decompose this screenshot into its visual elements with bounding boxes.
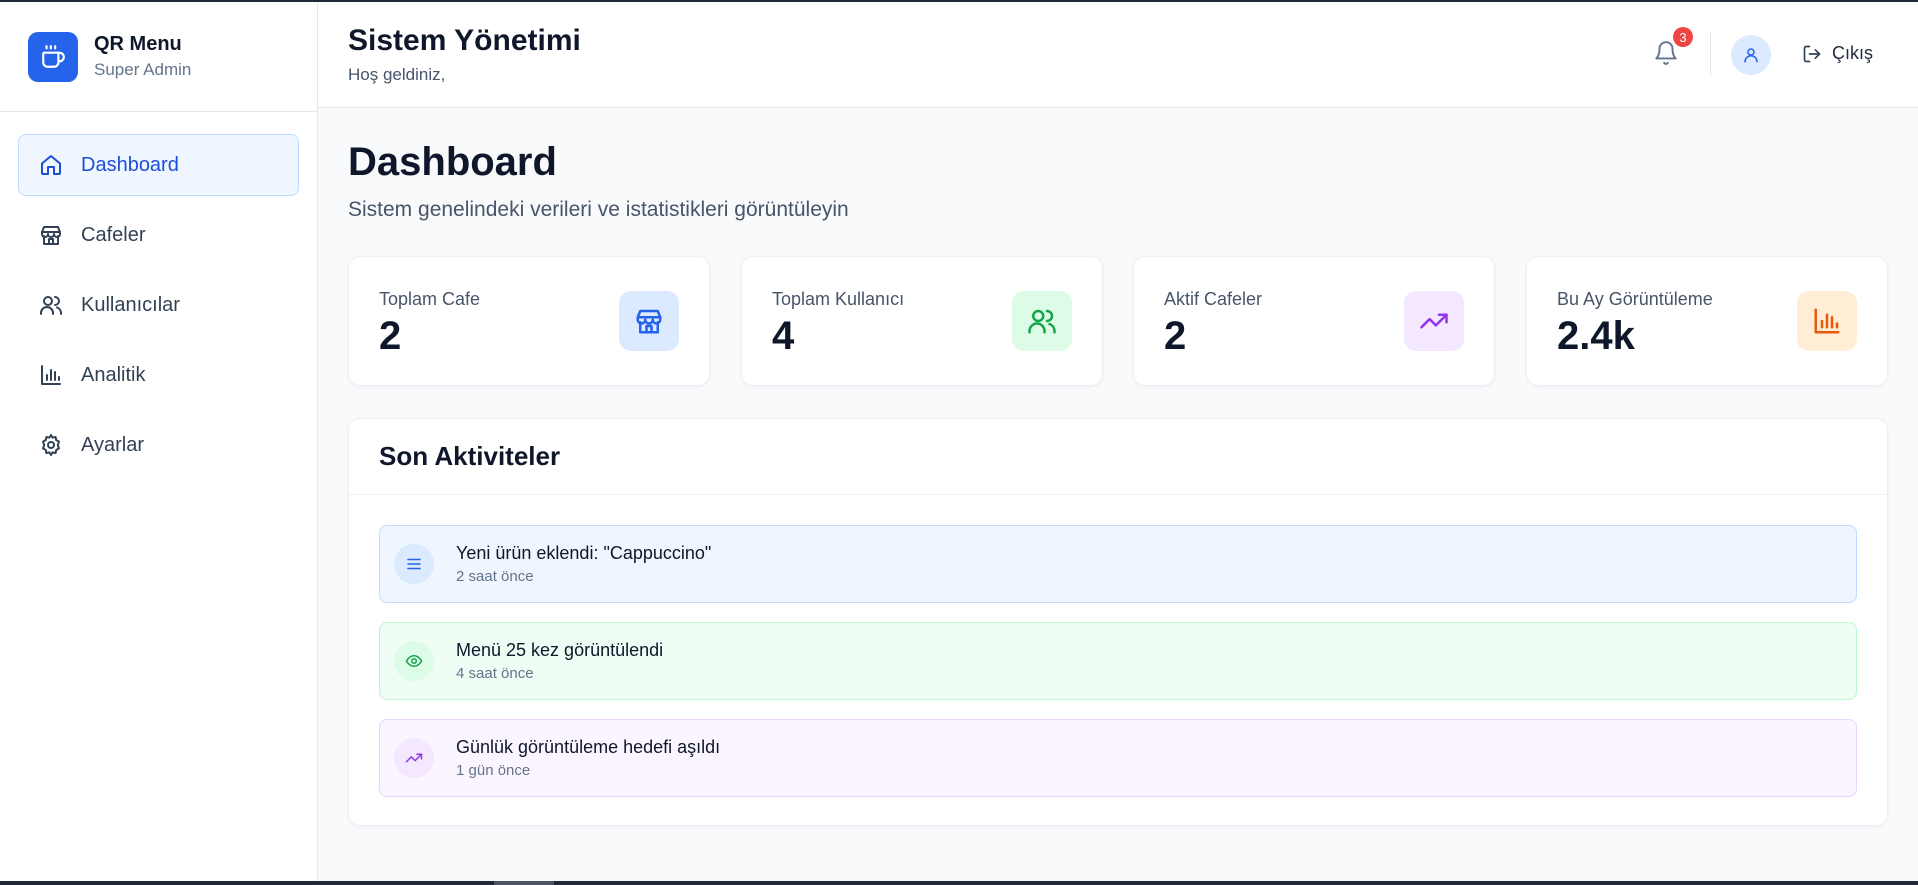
activity-time: 4 saat önce	[456, 665, 534, 682]
sidebar-item-label: Dashboard	[81, 153, 179, 176]
users-icon	[39, 293, 63, 317]
activity-time: 2 saat önce	[456, 568, 534, 585]
stat-card-monthly-views: Bu Ay Görüntüleme 2.4k	[1526, 256, 1888, 386]
logout-label: Çıkış	[1832, 43, 1874, 63]
activity-item[interactable]: Günlük görüntüleme hedefi aşıldı 1 gün ö…	[379, 719, 1857, 797]
brand: QR Menu Super Admin	[0, 2, 317, 112]
trending-up-icon	[394, 738, 434, 778]
logout-button[interactable]: Çıkış	[1802, 43, 1873, 64]
bar-chart-icon	[1797, 291, 1857, 351]
store-icon	[619, 291, 679, 351]
user-icon	[1744, 48, 1758, 63]
stat-label: Toplam Cafe	[379, 289, 481, 309]
sidebar-item-label: Ayarlar	[81, 433, 144, 456]
horizontal-scrollbar[interactable]	[0, 881, 1918, 885]
stat-value: 2	[1164, 314, 1187, 358]
sidebar-item-label: Cafeler	[81, 223, 146, 246]
stat-card-total-users: Toplam Kullanıcı 4	[741, 256, 1103, 386]
activity-item[interactable]: Yeni ürün eklendi: "Cappuccino" 2 saat ö…	[379, 525, 1857, 603]
activity-item[interactable]: Menü 25 kez görüntülendi 4 saat önce	[379, 622, 1857, 700]
stat-label: Bu Ay Görüntüleme	[1557, 289, 1713, 309]
logout-icon	[1803, 45, 1821, 62]
page-subtitle: Sistem genelindeki verileri ve istatisti…	[348, 198, 849, 221]
header-title: Sistem Yönetimi	[348, 24, 581, 57]
sidebar-item-kullanicilar[interactable]: Kullanıcılar	[18, 274, 299, 336]
activity-header: Son Aktiviteler	[349, 419, 1887, 495]
stat-value: 4	[772, 314, 795, 358]
stat-card-active-cafes: Aktif Cafeler 2	[1133, 256, 1495, 386]
sidebar: QR Menu Super Admin Dashboard Cafeler Ku…	[0, 2, 318, 883]
store-icon	[39, 223, 63, 247]
sidebar-item-label: Analitik	[81, 363, 146, 386]
coffee-icon	[28, 31, 78, 82]
page-title: Dashboard	[348, 140, 557, 184]
avatar[interactable]	[1731, 35, 1771, 75]
eye-icon	[394, 641, 434, 681]
stat-value: 2	[379, 314, 402, 358]
sidebar-item-analitik[interactable]: Analitik	[18, 344, 299, 406]
stat-value: 2.4k	[1557, 314, 1635, 358]
activity-title: Son Aktiviteler	[379, 441, 561, 471]
users-icon	[1012, 291, 1072, 351]
sidebar-item-cafeler[interactable]: Cafeler	[18, 204, 299, 266]
notification-badge: 3	[1673, 27, 1693, 47]
brand-subtitle: Super Admin	[94, 60, 192, 79]
activity-title-text: Günlük görüntüleme hedefi aşıldı	[456, 737, 721, 757]
recent-activity-panel: Son Aktiviteler Yeni ürün eklendi: "Capp…	[348, 418, 1888, 826]
menu-icon	[394, 544, 434, 584]
sidebar-item-label: Kullanıcılar	[81, 293, 180, 316]
bar-chart-icon	[39, 363, 63, 387]
top-header: Sistem Yönetimi Hoş geldiniz, 3 Çıkış	[318, 2, 1918, 108]
brand-title: QR Menu	[94, 33, 182, 55]
scrollbar-thumb[interactable]	[494, 881, 554, 885]
activity-time: 1 gün önce	[456, 762, 531, 779]
gear-icon	[39, 433, 63, 457]
sidebar-item-ayarlar[interactable]: Ayarlar	[18, 414, 299, 476]
trending-up-icon	[1404, 291, 1464, 351]
activity-title-text: Yeni ürün eklendi: "Cappuccino"	[456, 543, 712, 563]
stat-card-total-cafe: Toplam Cafe 2	[348, 256, 710, 386]
activity-title-text: Menü 25 kez görüntülendi	[456, 640, 664, 660]
header-divider	[1710, 32, 1711, 76]
sidebar-item-dashboard[interactable]: Dashboard	[18, 134, 299, 196]
stat-label: Aktif Cafeler	[1164, 289, 1263, 309]
header-subtitle: Hoş geldiniz,	[348, 65, 446, 84]
stat-label: Toplam Kullanıcı	[772, 289, 905, 309]
home-icon	[39, 153, 63, 177]
sidebar-nav: Dashboard Cafeler Kullanıcılar Analitik …	[0, 112, 317, 476]
stats-grid: Toplam Cafe 2 Toplam Kullanıcı 4 Aktif C…	[348, 256, 1888, 386]
